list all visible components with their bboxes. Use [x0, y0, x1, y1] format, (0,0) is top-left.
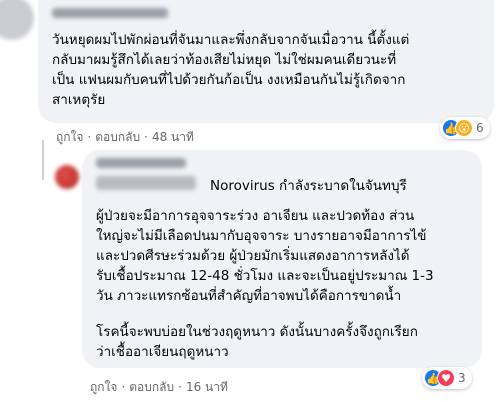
like-link[interactable]: ถูกใจ — [56, 130, 83, 144]
reply-line: และปวดศีรษะร่วมด้วย ผู้ป่วยมักเริ่มแสดงอ… — [96, 248, 410, 264]
reply-paragraph-1: ผู้ป่วยจะมีอาการอุจจาระร่วง อาเจียน และป… — [96, 206, 434, 306]
comment-line: วันหยุดผมไปพักผ่อนที่จันมาและพึ่งกลับจาก… — [52, 32, 410, 48]
timestamp[interactable]: 16 นาที — [186, 380, 228, 394]
reply-actions: ถูกใจ · ตอบกลับ · 16 นาที — [90, 378, 228, 397]
reply-headline: Norovirus กำลังระบาดในจันทบุรี — [210, 178, 407, 194]
reply-line: รับเชื้อประมาณ 12-48 ชั่วโมง และจะเป็นอย… — [96, 268, 434, 284]
comment-line: เป็น แฟนผมกับคนที่ไปด้วยกันก้อเป็น งงเหม… — [52, 72, 406, 88]
wow-icon: 😮 — [455, 119, 473, 137]
comment-text: วันหยุดผมไปพักผ่อนที่จันมาและพึ่งกลับจาก… — [52, 30, 409, 110]
comment-line: กลับมาผมรู้สึกได้เลยว่าท้องเสียไม่หยุด ไ… — [52, 52, 397, 68]
reaction-count: 6 — [476, 121, 484, 135]
separator-dot: · — [144, 130, 148, 144]
redacted-text — [96, 176, 196, 190]
commenter-name-redacted[interactable] — [52, 8, 168, 18]
separator-dot: · — [87, 130, 92, 144]
reaction-count: 3 — [458, 371, 466, 385]
comment-actions: ถูกใจ · ตอบกลับ · 48 นาที — [56, 128, 194, 147]
replier-avatar[interactable] — [55, 165, 79, 189]
thread-line — [42, 140, 44, 180]
separator-dot: · — [121, 380, 126, 394]
like-link[interactable]: ถูกใจ — [90, 380, 117, 394]
comment-line: สาเหตุรัย — [52, 92, 106, 108]
reply-line: ใหญ่จะไม่มีเลือดปนมากับอุจจาระ บางรายอาจ… — [96, 228, 427, 244]
timestamp[interactable]: 48 นาที — [152, 130, 194, 144]
reply-line: ผู้ป่วยจะมีอาการอุจจาระร่วง อาเจียน และป… — [96, 208, 415, 224]
reply-line: วัน ภาวะแทรกซ้อนที่สำคัญที่อาจพบได้คือกา… — [96, 288, 402, 304]
reaction-summary[interactable]: 👍 😮 6 — [440, 117, 490, 139]
reply-paragraph-2: โรคนี้จะพบบ่อยในช่วงฤดูหนาว ดังนั้นบางคร… — [96, 322, 418, 362]
love-icon: ♥ — [437, 369, 455, 387]
reply-link[interactable]: ตอบกลับ — [129, 380, 174, 394]
replier-name-redacted[interactable] — [96, 158, 186, 168]
reply-link[interactable]: ตอบกลับ — [95, 130, 140, 144]
separator-dot: · — [178, 380, 182, 394]
reaction-summary[interactable]: 👍 ♥ 3 — [422, 367, 472, 389]
reply-line: โรคนี้จะพบบ่อยในช่วงฤดูหนาว ดังนั้นบางคร… — [96, 324, 418, 340]
commenter-avatar[interactable] — [0, 0, 34, 40]
reply-line: ว่าเชื้ออาเจียนฤดูหนาว — [96, 344, 229, 360]
